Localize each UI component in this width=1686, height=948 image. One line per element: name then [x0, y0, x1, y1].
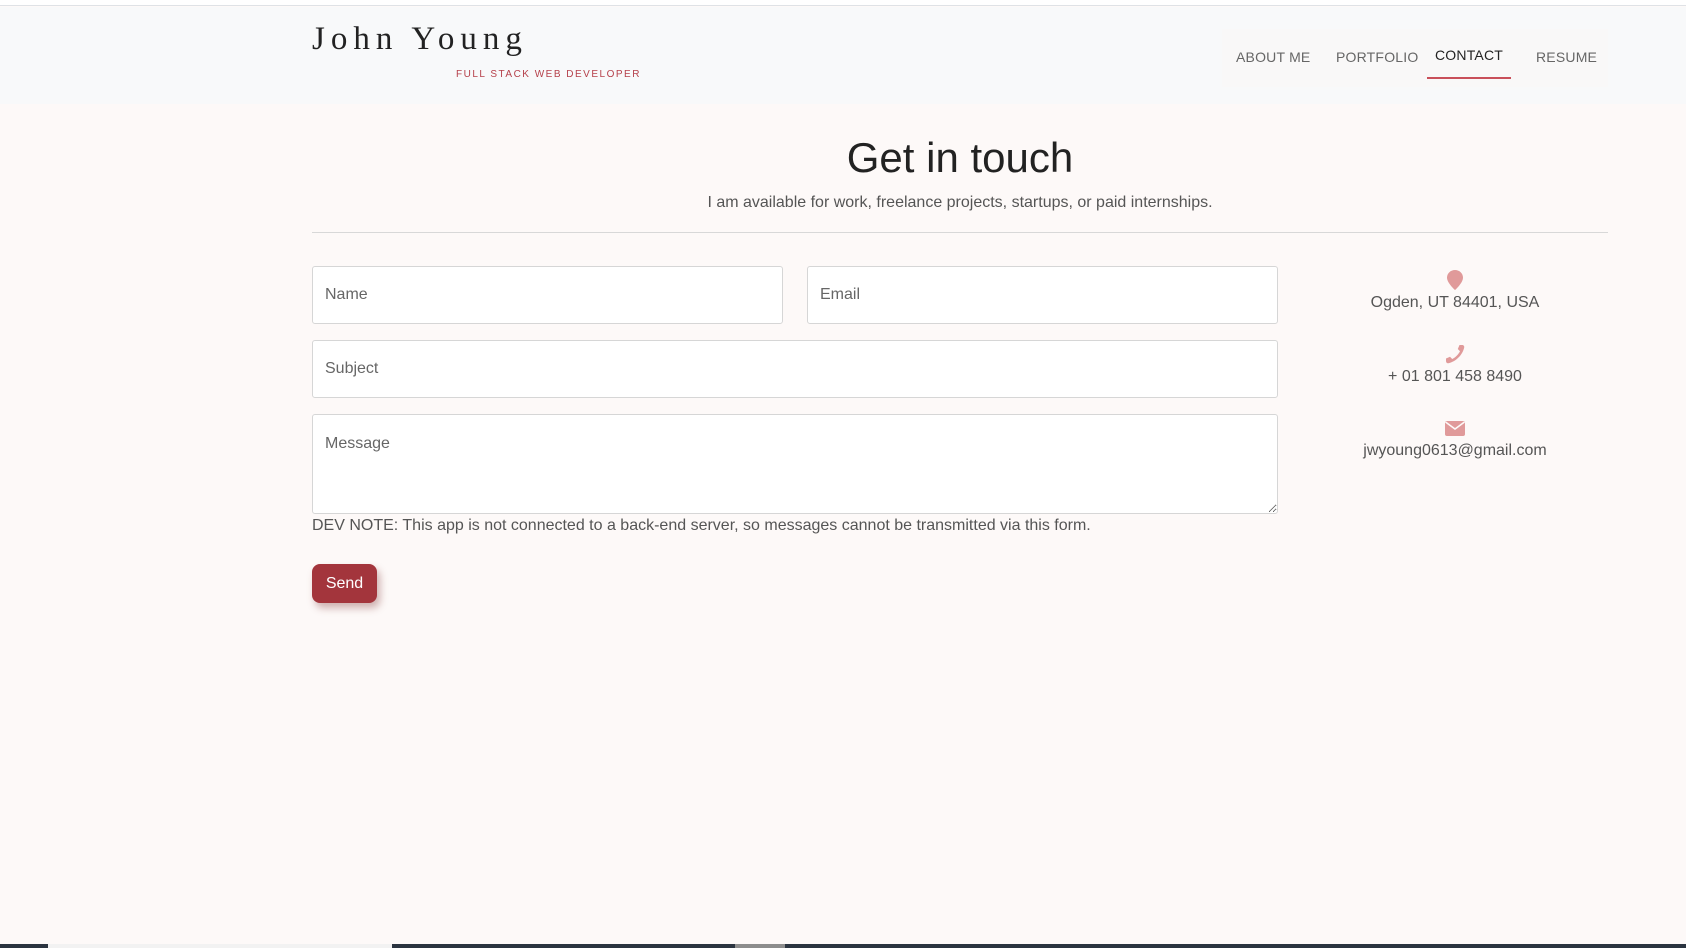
nav-item-portfolio[interactable]: PORTFOLIO: [1336, 29, 1418, 85]
send-button[interactable]: Send: [312, 564, 377, 603]
message-textarea[interactable]: [312, 414, 1278, 514]
section-subtitle: I am available for work, freelance proje…: [707, 194, 1213, 211]
site-header: John Young FULL STACK WEB DEVELOPER ABOU…: [0, 7, 1686, 104]
email-input[interactable]: [807, 266, 1278, 324]
nav-item-resume[interactable]: RESUME: [1536, 29, 1597, 85]
map-marker-icon: [1447, 270, 1463, 290]
taskbar-segment: [735, 944, 785, 948]
location-text: Ogden, UT 84401, USA: [1370, 294, 1540, 311]
contact-location: Ogden, UT 84401, USA: [1340, 270, 1570, 312]
top-border: [0, 0, 1686, 6]
contact-phone: + 01 801 458 8490: [1340, 344, 1570, 386]
envelope-icon: [1445, 421, 1465, 436]
contact-email: jwyoung0613@gmail.com: [1340, 418, 1570, 460]
nav-item-about-me[interactable]: ABOUT ME: [1236, 29, 1310, 85]
taskbar-segment: [48, 944, 392, 948]
dev-note: DEV NOTE: This app is not connected to a…: [312, 517, 1091, 534]
section-divider: [312, 232, 1608, 233]
brand-name[interactable]: John Young: [312, 21, 528, 58]
brand-tagline: FULL STACK WEB DEVELOPER: [456, 69, 641, 80]
name-input[interactable]: [312, 266, 783, 324]
nav-item-contact[interactable]: CONTACT: [1427, 29, 1512, 79]
phone-text: + 01 801 458 8490: [1388, 368, 1522, 385]
main-nav: ABOUT ME PORTFOLIO CONTACT RESUME: [1222, 29, 1608, 87]
taskbar-strip: [0, 944, 1686, 948]
section-title: Get in touch: [846, 134, 1074, 181]
subject-input[interactable]: [312, 340, 1278, 398]
email-text: jwyoung0613@gmail.com: [1363, 442, 1547, 459]
phone-icon: [1446, 345, 1465, 364]
